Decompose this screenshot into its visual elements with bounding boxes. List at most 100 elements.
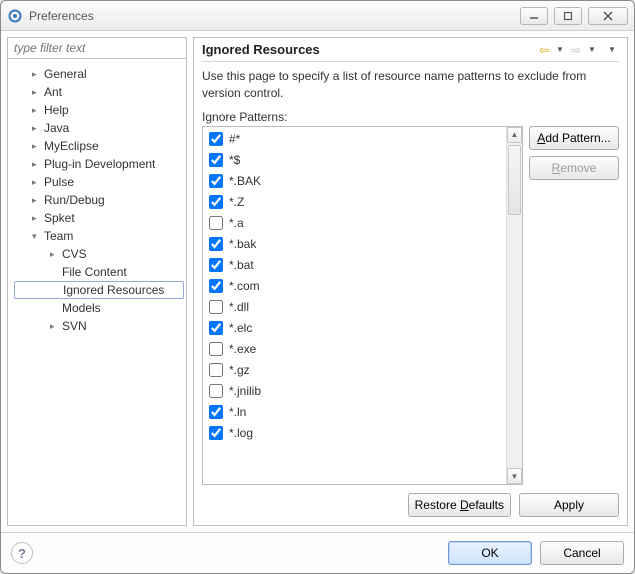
pattern-row[interactable]: *.bak — [205, 234, 504, 255]
chevron-right-icon[interactable]: ▸ — [32, 123, 42, 134]
chevron-right-icon[interactable]: ▸ — [32, 195, 42, 206]
pattern-label: *.dll — [229, 300, 249, 314]
scroll-thumb[interactable] — [508, 145, 521, 215]
preferences-window: Preferences ▸General▸Ant▸Help▸Java▸MyEcl… — [0, 0, 635, 574]
pattern-checkbox[interactable] — [209, 363, 223, 377]
tree-item[interactable]: Ignored Resources — [14, 281, 184, 299]
tree-item[interactable]: ▸MyEclipse — [14, 137, 184, 155]
back-icon[interactable]: ⇦ — [537, 43, 551, 57]
tree-item-label: Models — [62, 301, 101, 315]
chevron-right-icon[interactable]: ▸ — [50, 249, 60, 260]
filter-box[interactable] — [7, 37, 187, 59]
chevron-right-icon[interactable]: ▸ — [32, 87, 42, 98]
tree-item[interactable]: ▸General — [14, 65, 184, 83]
pattern-row[interactable]: *.a — [205, 213, 504, 234]
tree-item[interactable]: ▸Java — [14, 119, 184, 137]
pattern-row[interactable]: *.gz — [205, 360, 504, 381]
pattern-row[interactable]: *.BAK — [205, 171, 504, 192]
tree-item[interactable]: ▸CVS — [14, 245, 184, 263]
pattern-checkbox[interactable] — [209, 237, 223, 251]
tree-item[interactable]: ▸SVN — [14, 317, 184, 335]
chevron-right-icon[interactable]: ▸ — [32, 105, 42, 116]
pattern-checkbox[interactable] — [209, 216, 223, 230]
pattern-checkbox[interactable] — [209, 426, 223, 440]
help-icon[interactable]: ? — [11, 542, 33, 564]
window-title: Preferences — [29, 9, 520, 23]
main-row: #* *$ *.BAK *.Z*.a*.bak*.bat*.com *.dll *.elc… — [202, 126, 619, 485]
tree-item[interactable]: ▸Help — [14, 101, 184, 119]
pattern-row[interactable]: *$ — [205, 150, 504, 171]
apply-button[interactable]: Apply — [519, 493, 619, 517]
tree-item[interactable]: Models — [14, 299, 184, 317]
restore-defaults-button[interactable]: Restore Defaults — [408, 493, 511, 517]
close-button[interactable] — [588, 7, 628, 25]
titlebar: Preferences — [1, 1, 634, 31]
minimize-button[interactable] — [520, 7, 548, 25]
tree-item[interactable]: ▸Spket — [14, 209, 184, 227]
chevron-right-icon[interactable]: ▸ — [32, 141, 42, 152]
pattern-row[interactable]: *.bat — [205, 255, 504, 276]
chevron-right-icon[interactable]: ▸ — [32, 177, 42, 188]
chevron-right-icon[interactable]: ▸ — [32, 69, 42, 80]
view-menu-icon[interactable]: ▼ — [605, 43, 619, 57]
pattern-row[interactable]: *.com — [205, 276, 504, 297]
remove-button[interactable]: Remove — [529, 156, 619, 180]
scrollbar[interactable]: ▲ ▼ — [506, 127, 522, 484]
scroll-up-icon[interactable]: ▲ — [507, 127, 522, 143]
pattern-checkbox[interactable] — [209, 342, 223, 356]
scroll-down-icon[interactable]: ▼ — [507, 468, 522, 484]
pattern-checkbox[interactable] — [209, 384, 223, 398]
pattern-checkbox[interactable] — [209, 132, 223, 146]
pattern-row[interactable]: *.exe — [205, 339, 504, 360]
tree-item[interactable]: ▸Pulse — [14, 173, 184, 191]
tree-item[interactable]: File Content — [14, 263, 184, 281]
forward-menu-icon[interactable]: ▼ — [585, 43, 599, 57]
pattern-row[interactable]: *.Z — [205, 192, 504, 213]
chevron-right-icon[interactable]: ▸ — [32, 159, 42, 170]
chevron-right-icon[interactable]: ▸ — [32, 213, 42, 224]
add-pattern-button[interactable]: Add Pattern... — [529, 126, 619, 150]
filter-input[interactable] — [12, 40, 182, 56]
pattern-label: *$ — [229, 153, 240, 167]
pattern-checkbox[interactable] — [209, 174, 223, 188]
window-buttons — [520, 7, 628, 25]
tree-item-label: Help — [44, 103, 69, 117]
pattern-label: *.gz — [229, 363, 250, 377]
pattern-row[interactable]: *.elc — [205, 318, 504, 339]
pattern-row[interactable]: *.ln — [205, 402, 504, 423]
nav-icons: ⇦ ▼ ⇨ ▼ ▼ — [537, 43, 619, 57]
tree-item[interactable]: ▸Plug-in Development — [14, 155, 184, 173]
pattern-row[interactable]: *.jnilib — [205, 381, 504, 402]
tree-item[interactable]: ▸Ant — [14, 83, 184, 101]
patterns-list[interactable]: #* *$ *.BAK *.Z*.a*.bak*.bat*.com *.dll *.elc… — [203, 127, 506, 484]
pattern-row[interactable]: #* — [205, 129, 504, 150]
pattern-checkbox[interactable] — [209, 258, 223, 272]
patterns-box: #* *$ *.BAK *.Z*.a*.bak*.bat*.com *.dll *.elc… — [202, 126, 523, 485]
pattern-label: *.BAK — [229, 174, 261, 188]
pattern-checkbox[interactable] — [209, 195, 223, 209]
pattern-checkbox[interactable] — [209, 300, 223, 314]
pattern-label: *.jnilib — [229, 384, 261, 398]
ok-button[interactable]: OK — [448, 541, 532, 565]
pattern-checkbox[interactable] — [209, 153, 223, 167]
pattern-checkbox[interactable] — [209, 405, 223, 419]
pattern-checkbox[interactable] — [209, 321, 223, 335]
pattern-label: *.elc — [229, 321, 252, 335]
forward-icon[interactable]: ⇨ — [569, 43, 583, 57]
maximize-button[interactable] — [554, 7, 582, 25]
pattern-row[interactable]: *.log — [205, 423, 504, 444]
app-icon — [7, 8, 23, 24]
pattern-checkbox[interactable] — [209, 279, 223, 293]
tree-item-label: CVS — [62, 247, 87, 261]
page-footer: Restore Defaults Apply — [202, 493, 619, 517]
pattern-row[interactable]: *.dll — [205, 297, 504, 318]
bottom-bar: ? OK Cancel — [1, 532, 634, 573]
chevron-right-icon[interactable]: ▸ — [50, 321, 60, 332]
tree-item[interactable]: ▾Team — [14, 227, 184, 245]
back-menu-icon[interactable]: ▼ — [553, 43, 567, 57]
preferences-tree[interactable]: ▸General▸Ant▸Help▸Java▸MyEclipse▸Plug-in… — [7, 59, 187, 526]
tree-item[interactable]: ▸Run/Debug — [14, 191, 184, 209]
cancel-button[interactable]: Cancel — [540, 541, 624, 565]
chevron-down-icon[interactable]: ▾ — [32, 231, 42, 242]
tree-item-label: MyEclipse — [44, 139, 99, 153]
